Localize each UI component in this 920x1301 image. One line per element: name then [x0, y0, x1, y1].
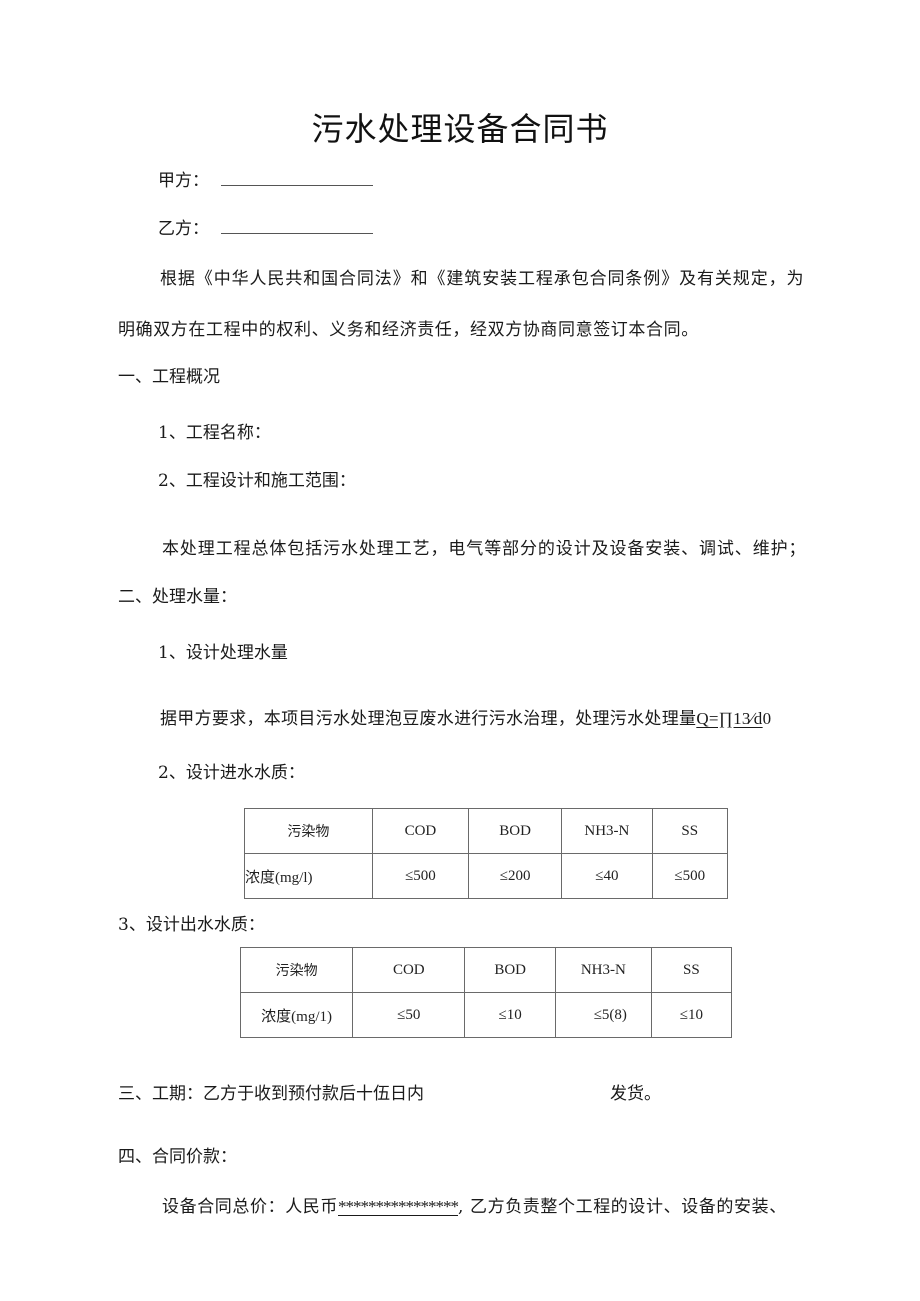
party-b-label: 乙方：	[158, 219, 209, 239]
intro-line-1: 根据《中华人民共和国合同法》和《建筑安装工程承包合同条例》及有关规定，为	[160, 269, 805, 289]
table-header-cell: NH3-N	[561, 808, 653, 854]
table-header-cell: 污染物	[244, 808, 373, 854]
price-line: 设备合同总价：人民币****************, 乙方负责整个工程的设计、…	[162, 1196, 787, 1218]
section-1-item-2: 2、工程设计和施工范围：	[158, 471, 356, 491]
section-2-heading: 二、处理水量：	[118, 587, 237, 607]
intro-line-2: 明确双方在工程中的权利、义务和经济责任，经双方协商同意签订本合同。	[118, 320, 699, 340]
table-header-cell: SS	[650, 947, 733, 993]
table-row: 浓度(mg/l) ≤500 ≤200 ≤40 ≤500	[244, 853, 729, 899]
section-1-heading: 一、工程概况	[118, 367, 220, 387]
table-cell: ≤200	[468, 853, 563, 899]
party-a-blank	[221, 171, 373, 186]
table-row: 浓度(mg/1) ≤50 ≤10 ≤5(8) ≤10	[239, 992, 733, 1038]
section-4-heading: 四、合同价款：	[118, 1147, 237, 1167]
table-cell: 浓度(mg/1)	[239, 992, 354, 1038]
table-header-row: 污染物 COD BOD NH3-N SS	[244, 808, 729, 854]
section-1-item-1: 1、工程名称：	[158, 423, 271, 443]
table-cell: ≤5(8)	[554, 992, 652, 1038]
table-header-cell: SS	[651, 808, 729, 854]
price-masked-value: ****************	[338, 1197, 459, 1216]
table-header-cell: 污染物	[239, 947, 354, 993]
section-2-item-1: 1、设计处理水量	[158, 643, 288, 663]
table-header-cell: BOD	[468, 808, 563, 854]
table-header-cell: COD	[352, 947, 466, 993]
section-2-item-3: 3、设计出水水质：	[118, 915, 265, 935]
capacity-value: Q=∏13∕d	[696, 709, 763, 728]
table-header-row: 污染物 COD BOD NH3-N SS	[239, 947, 733, 993]
outlet-quality-table: 污染物 COD BOD NH3-N SS 浓度(mg/1) ≤50 ≤10 ≤5…	[239, 947, 733, 1038]
party-b-blank	[221, 219, 373, 234]
price-prefix: 设备合同总价：人民币	[162, 1197, 338, 1217]
table-cell: ≤500	[651, 853, 729, 899]
table-header-cell: COD	[371, 808, 470, 854]
party-a-line: 甲方：	[158, 170, 373, 192]
table-cell: ≤50	[352, 992, 466, 1038]
party-b-line: 乙方：	[158, 218, 373, 240]
document-title: 污水处理设备合同书	[311, 110, 609, 148]
capacity-suffix: 0	[762, 709, 772, 728]
scope-text: 本处理工程总体包括污水处理工艺，电气等部分的设计及设备安装、调试、维护；	[162, 539, 807, 559]
price-suffix: , 乙方负责整个工程的设计、设备的安装、	[458, 1197, 787, 1217]
section-3-suffix: 发货。	[610, 1084, 661, 1104]
capacity-line: 据甲方要求，本项目污水处理泡豆废水进行污水治理，处理污水处理量Q=∏13∕d0	[160, 708, 771, 730]
table-cell: 浓度(mg/l)	[244, 853, 373, 899]
section-2-item-2: 2、设计进水水质：	[158, 763, 305, 783]
table-cell: ≤10	[650, 992, 733, 1038]
table-header-cell: NH3-N	[554, 947, 652, 993]
table-cell: ≤10	[464, 992, 556, 1038]
inlet-quality-table: 污染物 COD BOD NH3-N SS 浓度(mg/l) ≤500 ≤200 …	[244, 808, 729, 899]
table-cell: ≤40	[561, 853, 653, 899]
table-cell: ≤500	[371, 853, 470, 899]
party-a-label: 甲方：	[158, 171, 209, 191]
capacity-text: 据甲方要求，本项目污水处理泡豆废水进行污水治理，处理污水处理量	[160, 709, 697, 729]
section-3-text: 三、工期：乙方于收到预付款后十伍日内	[118, 1084, 424, 1104]
table-header-cell: BOD	[464, 947, 556, 993]
